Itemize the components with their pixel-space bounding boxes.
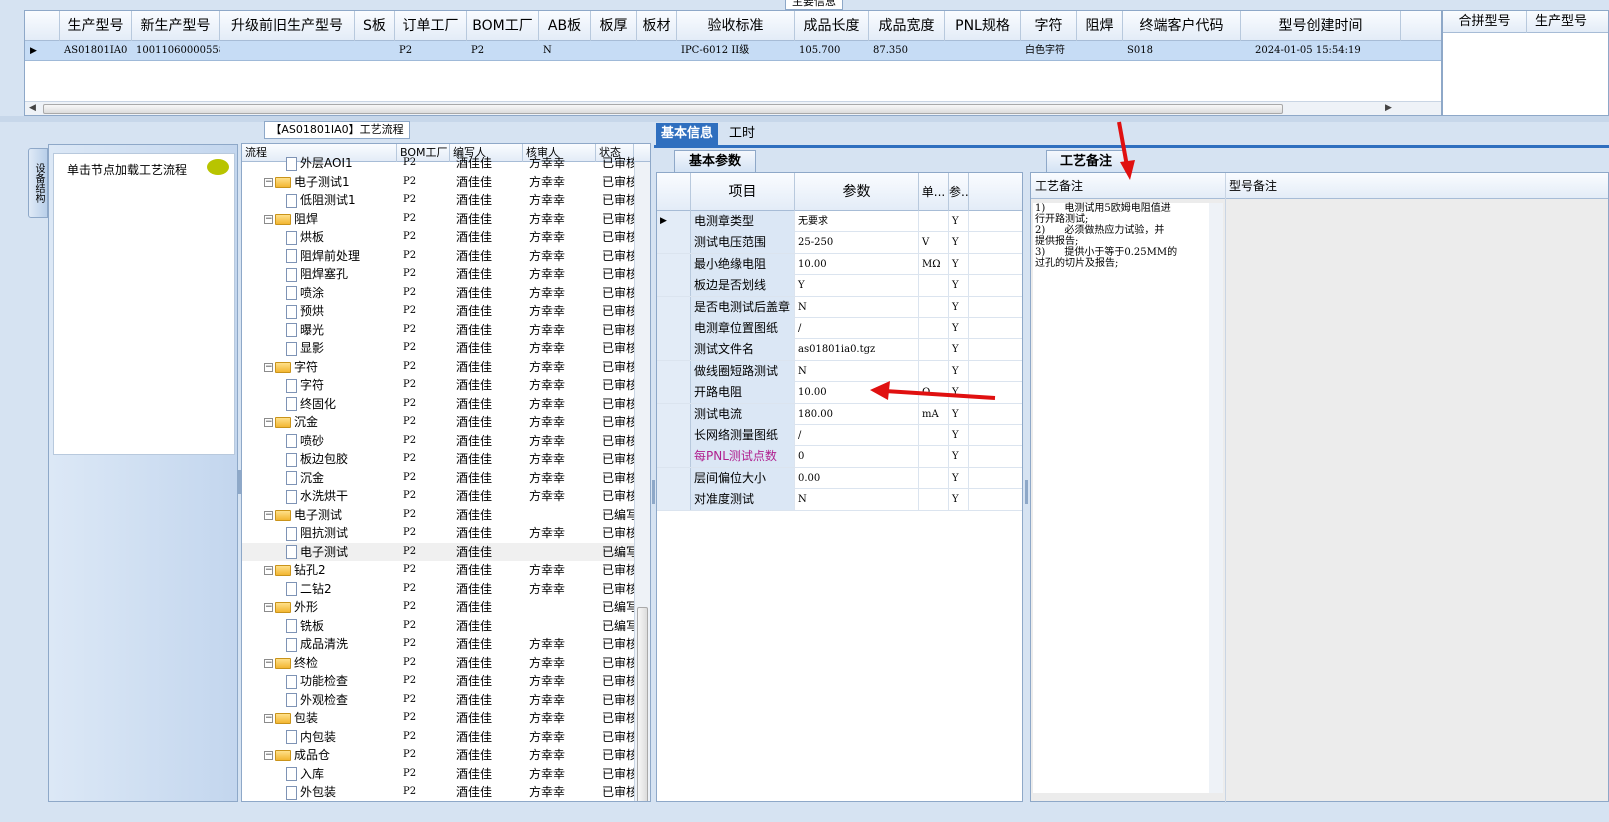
red-arrow-icon <box>884 389 996 400</box>
red-arrow-icon <box>1117 121 1129 167</box>
red-arrowhead-icon <box>1120 160 1135 180</box>
red-arrowhead-icon <box>870 381 890 400</box>
annotation-arrows <box>870 121 1135 400</box>
